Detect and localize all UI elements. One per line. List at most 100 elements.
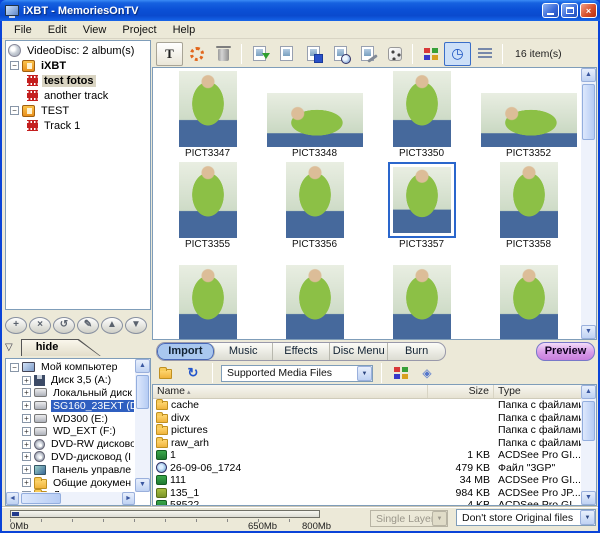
close-button[interactable]: × bbox=[580, 3, 597, 18]
scroll-track[interactable] bbox=[135, 373, 150, 478]
file-row-26-09-06-1724[interactable]: 26-09-06_1724 479 KB Файл "3GP" bbox=[153, 462, 596, 475]
file-row-1[interactable]: 11 KB ACDSee Pro GI... bbox=[153, 449, 596, 462]
remove-item-button[interactable]: × bbox=[29, 316, 51, 334]
scroll-track[interactable] bbox=[19, 492, 122, 505]
preview-button[interactable]: Preview bbox=[536, 342, 595, 361]
menu-item-project[interactable]: Project bbox=[114, 22, 164, 38]
view-clock-button[interactable]: ◷ bbox=[444, 41, 471, 66]
text-tool-button[interactable]: T bbox=[156, 41, 183, 66]
rotate-item-button[interactable]: ↺ bbox=[53, 316, 75, 334]
fs-item-мой-компьютер[interactable]: − Мой компьютер bbox=[6, 361, 134, 374]
title-bar[interactable]: iXBT - MemoriesOnTV × bbox=[0, 0, 600, 21]
import-files-button[interactable] bbox=[246, 42, 273, 66]
expander-icon[interactable]: + bbox=[22, 452, 31, 462]
computer-tree-vscrollbar[interactable]: ▲ ▼ bbox=[135, 359, 150, 492]
duplicate-item-button[interactable] bbox=[273, 42, 300, 66]
computer-tree-hscrollbar[interactable]: ◄ ► bbox=[6, 492, 135, 505]
expander-icon[interactable]: + bbox=[22, 375, 31, 385]
add-item-button[interactable]: + bbox=[5, 316, 27, 334]
tree-item-track-1[interactable]: Track 1 bbox=[6, 118, 150, 133]
file-row-pictures[interactable]: pictures Папка с файлами bbox=[153, 424, 596, 437]
maximize-button[interactable] bbox=[561, 3, 578, 18]
menu-item-edit[interactable]: Edit bbox=[40, 22, 75, 38]
tab-disc-menu[interactable]: Disc Menu bbox=[330, 343, 389, 360]
album-tree-root[interactable]: VideoDisc: 2 album(s) bbox=[6, 43, 150, 58]
settings-button[interactable] bbox=[183, 42, 210, 66]
chevron-down-icon[interactable]: ▼ bbox=[357, 365, 372, 381]
tree-item-test[interactable]: − TEST bbox=[6, 103, 150, 118]
photo-thumbnail[interactable] bbox=[285, 265, 344, 339]
media-filter-combo[interactable]: Supported Media Files ▼ bbox=[221, 364, 373, 382]
photo-thumbnail[interactable] bbox=[392, 265, 451, 339]
photo-thumbnail-pict3357[interactable] bbox=[392, 167, 451, 233]
menu-item-help[interactable]: Help bbox=[165, 22, 204, 38]
tab-burn[interactable]: Burn bbox=[388, 343, 445, 360]
scroll-down-icon[interactable]: ▼ bbox=[581, 325, 596, 339]
expander-icon[interactable]: + bbox=[22, 465, 31, 475]
scroll-up-icon[interactable]: ▲ bbox=[581, 385, 596, 399]
delete-button[interactable] bbox=[210, 42, 237, 66]
expander-icon[interactable]: + bbox=[22, 426, 31, 436]
fs-item-dvd-rw-дисково[interactable]: + DVD-RW дисково bbox=[6, 438, 134, 451]
chevron-down-icon[interactable]: ▼ bbox=[580, 510, 595, 525]
file-row-58522[interactable]: 58522 4 KB ACDSee Pro GI... bbox=[153, 499, 596, 505]
photo-thumbnail-pict3358[interactable] bbox=[499, 162, 558, 238]
photo-thumbnail[interactable] bbox=[178, 265, 237, 339]
scroll-thumb[interactable] bbox=[21, 493, 61, 504]
expander-icon[interactable]: + bbox=[22, 414, 31, 424]
folder-up-button[interactable] bbox=[156, 364, 178, 382]
fs-item-общие-докумен[interactable]: + Общие докумен bbox=[6, 476, 134, 489]
scroll-down-icon[interactable]: ▼ bbox=[581, 491, 596, 505]
scroll-thumb[interactable] bbox=[582, 84, 595, 140]
tab-effects[interactable]: Effects bbox=[273, 343, 331, 360]
fs-item-sg160-23ext-d[interactable]: + SG160_23EXT (D bbox=[6, 399, 134, 412]
tree-item-ixbt[interactable]: − iXBT bbox=[6, 58, 150, 73]
photo-thumbnail-pict3355[interactable] bbox=[178, 162, 237, 238]
photo-thumbnail[interactable] bbox=[499, 265, 558, 339]
refresh-button[interactable]: ↻ bbox=[182, 364, 204, 382]
file-row-cache[interactable]: cache Папка с файлами bbox=[153, 399, 596, 412]
scroll-down-icon[interactable]: ▼ bbox=[135, 478, 150, 492]
fs-item-wd-ext-f[interactable]: + WD_EXT (F:) bbox=[6, 425, 134, 438]
minimize-button[interactable] bbox=[542, 3, 559, 18]
scroll-up-icon[interactable]: ▲ bbox=[581, 68, 596, 82]
fs-item-панель-управле[interactable]: + Панель управле bbox=[6, 463, 134, 476]
fs-item-локальный-диск[interactable]: + Локальный диск bbox=[6, 387, 134, 400]
photo-thumbnail-pict3350[interactable] bbox=[392, 71, 451, 147]
edit-item-button[interactable]: ✎ bbox=[77, 316, 99, 334]
tree-item-another-track[interactable]: another track bbox=[6, 88, 150, 103]
view-thumbnails-button[interactable] bbox=[417, 42, 444, 66]
hide-tab[interactable]: hide bbox=[20, 339, 101, 356]
scroll-left-icon[interactable]: ◄ bbox=[6, 492, 19, 505]
save-item-button[interactable] bbox=[300, 42, 327, 66]
scroll-up-icon[interactable]: ▲ bbox=[135, 359, 150, 373]
fs-item-wd300-e[interactable]: + WD300 (E:) bbox=[6, 412, 134, 425]
file-row-111[interactable]: 111 34 MB ACDSee Pro GI... bbox=[153, 474, 596, 487]
move-down-button[interactable]: ▼ bbox=[125, 316, 147, 334]
column-header-size[interactable]: Size bbox=[428, 385, 494, 398]
expander-icon[interactable]: + bbox=[22, 401, 31, 411]
photo-thumbnail-pict3347[interactable] bbox=[178, 71, 237, 147]
file-view-thumbnails-button[interactable] bbox=[390, 364, 412, 382]
expander-icon[interactable]: − bbox=[10, 106, 19, 115]
expander-icon[interactable]: − bbox=[10, 61, 19, 70]
file-row-divx[interactable]: divx Папка с файлами bbox=[153, 411, 596, 425]
fs-item-dvd-дисковод-i[interactable]: + DVD-дисковод (I bbox=[6, 451, 134, 464]
expander-icon[interactable]: + bbox=[22, 478, 31, 488]
tab-import[interactable]: Import bbox=[157, 343, 215, 360]
edit-duration-button[interactable] bbox=[327, 42, 354, 66]
randomize-button[interactable] bbox=[381, 42, 408, 66]
file-list-vscrollbar[interactable]: ▲ ▼ bbox=[581, 385, 596, 505]
fs-item-диск-3-5-a[interactable]: + Диск 3,5 (A:) bbox=[6, 374, 134, 387]
file-filter-button[interactable]: ◈ bbox=[416, 364, 438, 382]
photo-thumbnail-pict3348[interactable] bbox=[266, 93, 363, 147]
menu-item-file[interactable]: File bbox=[6, 22, 40, 38]
column-header-name[interactable]: Name ▴ bbox=[153, 385, 428, 398]
expander-icon[interactable]: − bbox=[10, 362, 19, 372]
store-original-select[interactable]: Don't store Original files ▼ bbox=[456, 509, 596, 526]
expander-icon[interactable]: + bbox=[22, 439, 31, 449]
file-row-raw-arh[interactable]: raw_arh Папка с файлами bbox=[153, 436, 596, 450]
tab-music[interactable]: Music bbox=[215, 343, 273, 360]
scroll-track[interactable] bbox=[581, 399, 596, 491]
file-row-135-1[interactable]: 135_1 984 KB ACDSee Pro JP... bbox=[153, 487, 596, 500]
